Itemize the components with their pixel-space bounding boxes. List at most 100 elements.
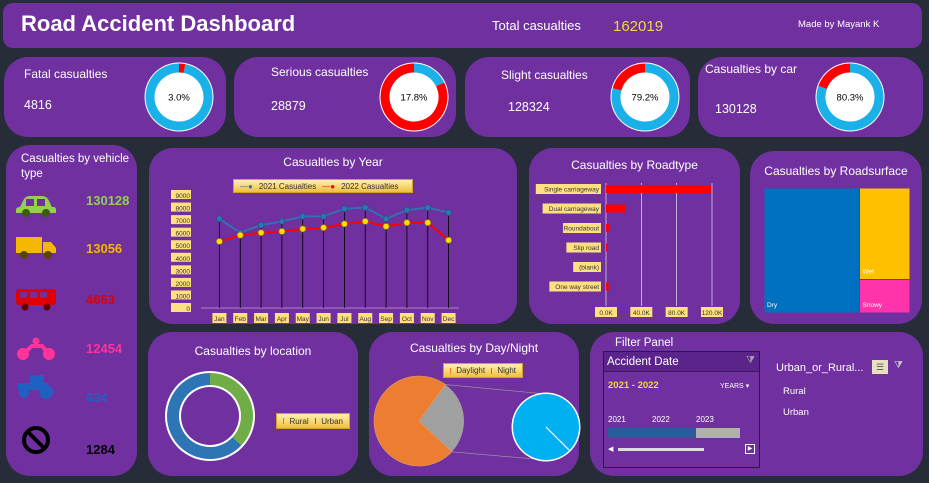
dashboard-title: Road Accident Dashboard: [21, 11, 296, 36]
y-tick-label: 5000: [176, 243, 191, 250]
y-tick-label: One way street: [555, 284, 599, 291]
kpi-serious: Serious casualties 28879 17.8%: [234, 57, 456, 137]
daynight-chart-panel: Casualties by Day/Night Daylight Night: [369, 332, 581, 476]
scroll-left-icon[interactable]: ◀: [608, 445, 613, 453]
vehicle-motorcycle-value: 12454: [86, 341, 123, 356]
data-point: [403, 219, 411, 226]
x-tick-label: 80.0K: [668, 310, 686, 317]
clear-filter-icon[interactable]: ⧩: [746, 355, 755, 366]
timeline-scrollbar[interactable]: ◀ ▶: [608, 444, 755, 455]
x-tick-label: Mar: [255, 316, 267, 323]
slicer-urban-rural[interactable]: Urban_or_Rural... ☰ ⧩ Rural Urban: [776, 356, 916, 446]
data-point: [257, 229, 265, 236]
y-tick-label: 2000: [176, 281, 191, 288]
data-point: [382, 223, 390, 230]
vehicle-type-panel: Casualties by vehicle type 130128 13056 …: [6, 145, 137, 476]
vehicle-car-value: 130128: [86, 193, 130, 208]
data-point: [257, 221, 265, 229]
daynight-pie-chart: [373, 375, 581, 467]
data-point: [320, 224, 327, 231]
kpi-value: 28879: [271, 99, 306, 113]
x-tick-label: Oct: [402, 316, 412, 323]
author-credit: Made by Mayank K: [798, 19, 880, 30]
y-tick-label: Roundabout: [564, 226, 600, 233]
data-point: [382, 215, 390, 223]
car-icon: [16, 196, 56, 217]
vehicle-panel-title: Casualties by vehicle type: [21, 153, 130, 180]
donut-percent-label: 3.0%: [168, 93, 190, 104]
x-tick-label: 120.0K: [702, 310, 723, 317]
donut-percent-label: 80.3%: [837, 93, 864, 104]
year-label-2023: 2023: [696, 415, 714, 424]
clear-filter-icon[interactable]: ⧩: [894, 360, 903, 371]
kpi-label: Slight casualties: [501, 68, 588, 82]
date-timeline-slicer[interactable]: Accident Date ⧩ 2021 - 2022 YEARS ▾ 2021…: [603, 351, 760, 468]
data-point: [299, 225, 307, 233]
series-line: [219, 220, 450, 243]
kpi-label: Fatal casualties: [24, 67, 108, 81]
donut-hole: [181, 387, 239, 445]
location-donut-chart: [165, 371, 255, 461]
x-tick-label: Aug: [359, 316, 371, 323]
y-tick-label: 9000: [176, 193, 191, 200]
data-point: [424, 219, 432, 226]
data-point: [445, 209, 452, 216]
multi-select-icon[interactable]: ☰: [872, 360, 888, 374]
date-slicer-label: Accident Date: [607, 356, 679, 368]
data-point: [445, 236, 452, 244]
date-slicer-header: Accident Date ⧩: [604, 352, 759, 372]
treemap-label: Dry: [767, 302, 778, 309]
y-tick-label: Slip road: [573, 245, 599, 252]
timeline-selected-range[interactable]: [608, 428, 696, 438]
kpi-car: Casualties by car 130128 80.3%: [698, 57, 923, 137]
data-point: [361, 204, 369, 211]
total-casualties-value: 162019: [613, 18, 664, 35]
x-tick-label: May: [297, 316, 310, 323]
tractor-icon: [18, 375, 53, 399]
x-tick-label: Jan: [214, 316, 225, 323]
slicer-header-label: Urban_or_Rural...: [776, 362, 864, 374]
bar: [606, 282, 609, 291]
total-casualties-label: Total casualties: [492, 18, 581, 33]
data-point: [320, 213, 327, 220]
time-unit-label: YEARS: [720, 383, 744, 390]
x-tick-label: Dec: [443, 316, 455, 323]
data-point: [403, 206, 411, 214]
vehicle-bus-value: 4663: [86, 292, 115, 307]
kpi-label: Casualties by car: [705, 62, 798, 76]
y-tick-label: Single carriageway: [544, 187, 600, 194]
scroll-thumb[interactable]: [618, 448, 704, 451]
donut-percent-label: 17.8%: [401, 93, 428, 104]
vehicle-tractor-value: 634: [86, 390, 108, 405]
series-line: [218, 206, 449, 234]
x-tick-label: 0.0K: [599, 310, 613, 317]
data-point: [278, 218, 286, 225]
y-tick-label: (blank): [579, 265, 599, 272]
truck-icon: [16, 237, 56, 259]
year-label-2021: 2021: [608, 415, 626, 424]
scroll-right-icon[interactable]: ▶: [745, 444, 755, 454]
bar: [606, 185, 712, 193]
bar: [606, 224, 610, 232]
timeline-unselected-range[interactable]: [696, 428, 740, 438]
y-tick-label: 7000: [176, 218, 191, 225]
kpi-value: 4816: [24, 98, 52, 112]
y-tick-label: 0: [186, 306, 190, 313]
kpi-label: Serious casualties: [271, 65, 369, 79]
data-point: [341, 205, 348, 213]
x-tick-label: Apr: [277, 316, 288, 323]
data-point: [341, 220, 348, 228]
x-tick-label: Sep: [380, 316, 392, 323]
kpi-value: 130128: [715, 102, 757, 116]
x-tick-label: Jun: [318, 316, 329, 323]
slicer-item-rural[interactable]: Rural: [783, 386, 806, 397]
vehicle-other-value: 1284: [86, 442, 115, 457]
year-line-chart: 0 1000 2000 3000 4000 5000 6000 7000 8000 9000 Jan…: [171, 190, 459, 323]
y-tick-label: 4000: [176, 256, 191, 263]
roadtype-bar-chart: 0.0K 40.0K 80.0K 120.0K Single carriageway Du…: [535, 183, 723, 317]
year-label-2022: 2022: [652, 415, 670, 424]
time-unit-dropdown[interactable]: YEARS ▾: [720, 382, 749, 390]
slicer-item-urban[interactable]: Urban: [783, 407, 809, 418]
donut-percent-label: 79.2%: [632, 93, 659, 104]
data-point: [361, 218, 369, 225]
